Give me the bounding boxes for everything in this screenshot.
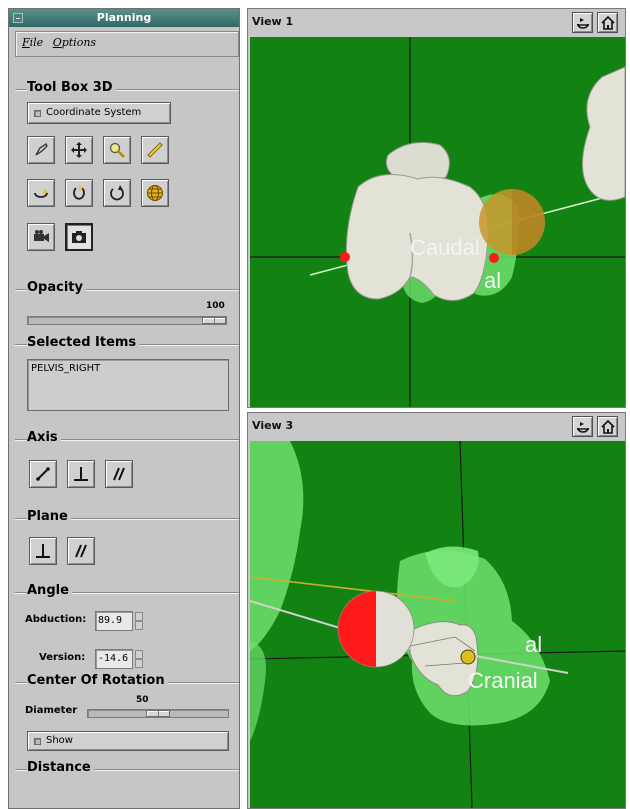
show-label: Show [46,735,73,746]
distance-heading: Distance [27,760,94,775]
video-camera-icon [34,230,49,242]
panel-title: Planning [96,11,152,24]
version-label: Version: [39,652,86,663]
view-3-reset-button[interactable] [572,416,593,437]
move-icon [71,142,87,158]
view-3-header: View 3 [248,413,625,441]
opacity-slider[interactable] [27,316,227,325]
plane-parallel-button[interactable] [67,537,95,565]
parallel-icon [75,544,87,558]
abduction-spinner[interactable] [135,612,143,630]
view-1-home-button[interactable] [597,12,618,33]
diameter-slider-thumb[interactable] [146,710,170,717]
abduction-label: Abduction: [25,614,87,625]
view-1-scene [250,37,625,407]
perpendicular-icon [74,467,88,481]
view-1: View 1 Caudal al [247,8,626,408]
rotate-right-button[interactable] [103,179,131,207]
pick-tool-icon [35,143,48,156]
view-1-title: View 1 [252,15,294,28]
globe-icon [147,185,163,201]
toolbox-heading: Tool Box 3D [27,80,116,95]
home-icon [600,419,615,434]
angle-heading: Angle [27,583,72,598]
show-checkbox[interactable] [34,738,41,745]
view-3-scene [250,441,625,808]
reset-view-icon [576,421,589,433]
reset-view-icon [576,17,589,29]
opacity-value: 100 [206,301,225,311]
menu-options[interactable]: Options [53,32,96,54]
axis-line-button[interactable] [29,460,57,488]
view-3-canvas[interactable]: al Cranial [250,441,625,808]
view-3-label-cranial: Cranial [468,668,538,693]
coordinate-system-checkbox[interactable] [34,110,41,117]
move-button[interactable] [65,136,93,164]
view-1-reset-button[interactable] [572,12,593,33]
coordinate-system-toggle[interactable]: Coordinate System [27,102,171,124]
menu-bar: File Options [15,31,239,57]
perpendicular-icon [36,544,50,558]
planning-panel: Planning File Options Tool Box 3D Coordi… [8,8,240,809]
rotate-back-button[interactable] [65,179,93,207]
version-field[interactable]: -14.6 [95,649,133,669]
zoom-icon [109,142,125,158]
plane-heading: Plane [27,509,71,524]
ruler-button[interactable] [141,136,169,164]
diameter-slider[interactable] [87,709,229,718]
photo-camera-icon [72,231,86,243]
view-3-home-button[interactable] [597,416,618,437]
opacity-slider-thumb[interactable] [202,317,226,324]
home-icon [600,15,615,30]
view-1-label-caudal: Caudal [410,235,480,260]
rotate-right-icon [110,185,124,201]
version-spinner[interactable] [135,650,143,668]
view-1-canvas[interactable]: Caudal al [250,37,625,407]
view-1-label-partial: al [484,268,502,293]
photo-camera-button[interactable] [65,223,93,251]
center-of-rotation-heading: Center Of Rotation [27,673,168,688]
selected-items-list[interactable]: PELVIS_RIGHT [27,359,229,411]
diameter-value: 50 [136,695,149,705]
axis-parallel-button[interactable] [105,460,133,488]
pick-tool-button[interactable] [27,136,55,164]
menu-file[interactable]: File [22,32,43,54]
line-icon [36,467,50,481]
plane-perpendicular-button[interactable] [29,537,57,565]
view-1-header: View 1 [248,9,625,37]
diameter-label: Diameter [25,705,78,716]
selected-items-heading: Selected Items [27,335,140,350]
ruler-icon [147,142,163,158]
list-item[interactable]: PELVIS_RIGHT [31,363,100,374]
rotate-left-icon [34,189,48,198]
coordinate-system-label: Coordinate System [46,107,142,118]
abduction-field[interactable]: 89.9 [95,611,133,631]
globe-button[interactable] [141,179,169,207]
view-3-label-partial: al [525,632,543,657]
zoom-button[interactable] [103,136,131,164]
axis-heading: Axis [27,430,61,445]
window-menu-icon[interactable] [13,13,23,23]
rotate-back-icon [73,185,85,200]
axis-perpendicular-button[interactable] [67,460,95,488]
video-camera-button[interactable] [27,223,55,251]
view-3: View 3 al Cranial [247,412,626,809]
parallel-icon [113,467,125,481]
view-3-title: View 3 [252,419,294,432]
panel-title-bar: Planning [9,9,239,27]
show-toggle[interactable]: Show [27,731,229,751]
rotate-left-button[interactable] [27,179,55,207]
opacity-heading: Opacity [27,280,86,295]
